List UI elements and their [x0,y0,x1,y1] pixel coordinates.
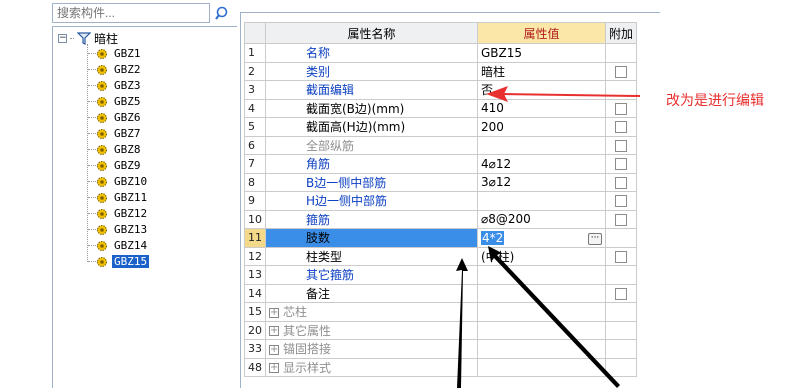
red-arrow [497,93,641,97]
black-arrow-right [488,246,620,388]
black-arrow-left [456,258,468,388]
annotation-arrows [456,86,641,388]
